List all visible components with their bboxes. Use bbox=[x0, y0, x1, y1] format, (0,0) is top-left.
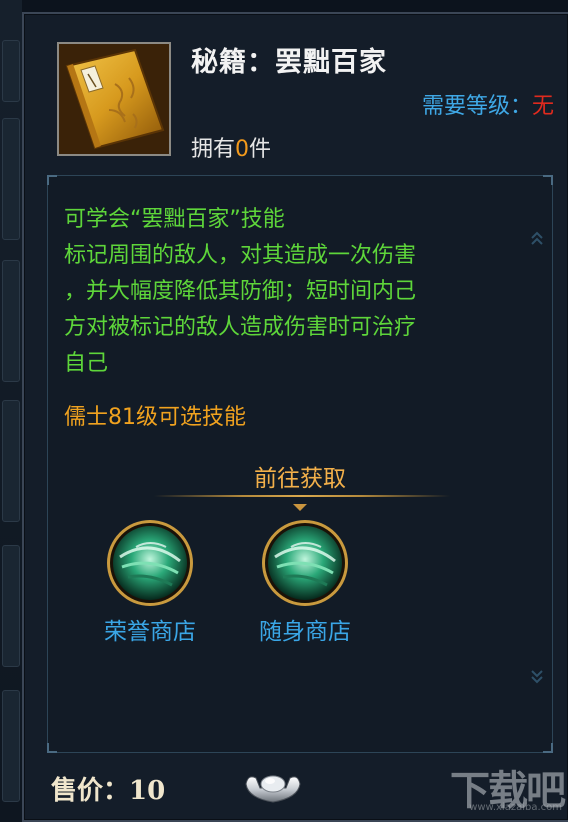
background-slot bbox=[2, 260, 20, 382]
frame-corner bbox=[47, 743, 57, 753]
frame-corner bbox=[47, 175, 57, 185]
sell-price-label: 售价： bbox=[51, 776, 130, 806]
owned-count-value: 0 bbox=[235, 137, 250, 162]
owned-count: 拥有0件 bbox=[191, 131, 271, 163]
description-line: 可学会“罢黜百家”技能 bbox=[64, 207, 285, 232]
skill-description: 可学会“罢黜百家”技能 标记周围的敌人，对其造成一次伤害 ，并大幅度降低其防御；… bbox=[64, 202, 524, 382]
required-level-value: 无 bbox=[531, 94, 554, 119]
background-sidebar bbox=[0, 0, 22, 822]
jade-orb-icon bbox=[106, 519, 194, 607]
required-level-label: 需要等级： bbox=[421, 94, 532, 119]
watermark-url: www.xiazaiba.com bbox=[469, 802, 562, 813]
item-tooltip-panel: 秘籍：罢黜百家 需要等级：无 拥有0件 可学会“罢黜百家”技能 标记周围的敌人，… bbox=[22, 12, 568, 822]
silver-ingot-icon bbox=[242, 766, 304, 810]
site-watermark: 下载吧 www.xiazaiba.com bbox=[422, 756, 566, 816]
description-line: ，并大幅度降低其防御；短时间内己 bbox=[64, 279, 417, 304]
shop-label[interactable]: 随身商店 bbox=[241, 612, 369, 646]
description-line: 自己 bbox=[64, 351, 109, 376]
item-title: 秘籍：罢黜百家 bbox=[191, 47, 387, 78]
scroll-up-icon[interactable] bbox=[530, 230, 544, 250]
required-level: 需要等级：无 bbox=[422, 88, 554, 120]
background-slot bbox=[2, 40, 20, 102]
chevron-down-icon bbox=[293, 497, 307, 511]
frame-corner bbox=[543, 743, 553, 753]
skill-book-icon bbox=[57, 42, 171, 156]
sell-price: 售价：10 bbox=[51, 770, 165, 807]
sell-price-value: 10 bbox=[129, 776, 166, 806]
owned-prefix: 拥有 bbox=[191, 137, 236, 162]
shop-link-honor[interactable]: 荣誉商店 bbox=[86, 519, 216, 645]
obtain-section-title: 前往获取 bbox=[254, 466, 346, 492]
owned-suffix: 件 bbox=[249, 137, 272, 162]
background-slot bbox=[2, 545, 20, 667]
jade-orb-icon bbox=[261, 519, 349, 607]
shop-link-portable[interactable]: 随身商店 bbox=[241, 519, 371, 645]
description-line: 方对被标记的敌人造成伤害时可治疗 bbox=[64, 315, 417, 340]
description-line: 标记周围的敌人，对其造成一次伤害 bbox=[64, 243, 417, 268]
description-box[interactable]: 可学会“罢黜百家”技能 标记周围的敌人，对其造成一次伤害 ，并大幅度降低其防御；… bbox=[47, 175, 553, 753]
shop-label[interactable]: 荣誉商店 bbox=[86, 612, 214, 646]
background-slot bbox=[2, 118, 20, 240]
frame-corner bbox=[543, 175, 553, 185]
background-slot bbox=[2, 400, 20, 522]
class-requirement-note: 儒士81级可选技能 bbox=[64, 405, 246, 430]
background-slot bbox=[2, 690, 20, 802]
scroll-down-icon[interactable] bbox=[530, 665, 544, 685]
